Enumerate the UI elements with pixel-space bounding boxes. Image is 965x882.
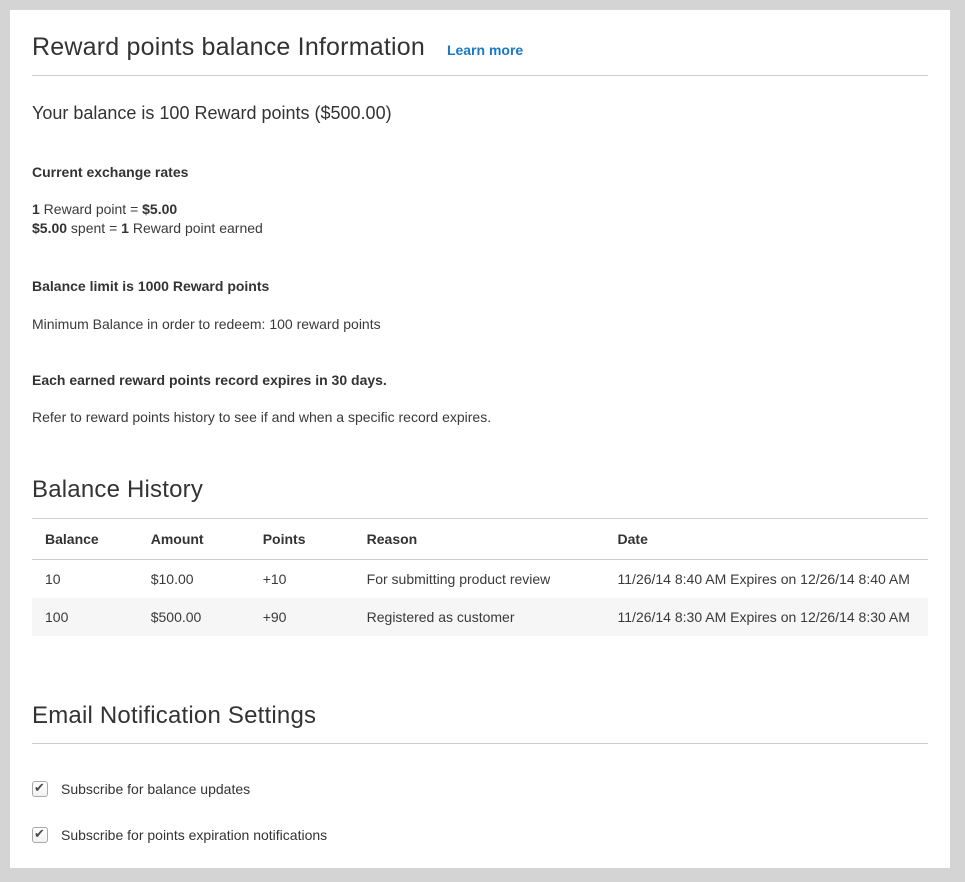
page-title: Reward points balance Information [32, 33, 425, 62]
balance-limit-heading: Balance limit is 1000 Reward points [32, 278, 928, 294]
balance-history-title: Balance History [32, 476, 928, 504]
cell-reason: Registered as customer [354, 598, 605, 636]
balance-updates-label[interactable]: Subscribe for balance updates [61, 781, 250, 797]
earn-rate-line: 1 Reward point = $5.00 [32, 200, 928, 219]
email-settings-divider [32, 743, 928, 744]
expiration-heading: Each earned reward points record expires… [32, 372, 928, 388]
cell-date: 11/26/14 8:40 AM Expires on 12/26/14 8:4… [605, 560, 928, 599]
exchange-rates-heading: Current exchange rates [32, 164, 928, 180]
title-divider [32, 75, 928, 76]
column-header-reason: Reason [354, 519, 605, 560]
learn-more-link[interactable]: Learn more [447, 42, 523, 58]
cell-amount: $500.00 [138, 598, 250, 636]
minimum-balance-line: Minimum Balance in order to redeem: 100 … [32, 316, 928, 332]
expiration-notifications-label[interactable]: Subscribe for points expiration notifica… [61, 827, 327, 843]
cell-balance: 10 [32, 560, 138, 599]
cell-balance: 100 [32, 598, 138, 636]
balance-summary: Your balance is 100 Reward points ($500.… [32, 103, 928, 124]
expiration-notifications-option: Subscribe for points expiration notifica… [32, 827, 928, 843]
page-title-row: Reward points balance Information Learn … [32, 33, 928, 62]
cell-amount: $10.00 [138, 560, 250, 599]
column-header-date: Date [605, 519, 928, 560]
exchange-rate-lines: 1 Reward point = $5.00 $5.00 spent = 1 R… [32, 200, 928, 238]
email-settings-title: Email Notification Settings [32, 702, 928, 730]
column-header-points: Points [250, 519, 354, 560]
cell-points: +90 [250, 598, 354, 636]
balance-updates-checkbox[interactable] [32, 781, 48, 797]
cell-date: 11/26/14 8:30 AM Expires on 12/26/14 8:3… [605, 598, 928, 636]
cell-reason: For submitting product review [354, 560, 605, 599]
column-header-amount: Amount [138, 519, 250, 560]
column-header-balance: Balance [32, 519, 138, 560]
table-row: 100 $500.00 +90 Registered as customer 1… [32, 598, 928, 636]
balance-history-table: Balance Amount Points Reason Date 10 $10… [32, 518, 928, 636]
expiration-note: Refer to reward points history to see if… [32, 409, 928, 425]
spend-rate-line: $5.00 spent = 1 Reward point earned [32, 219, 928, 238]
table-header-row: Balance Amount Points Reason Date [32, 519, 928, 560]
cell-points: +10 [250, 560, 354, 599]
reward-info-card: Reward points balance Information Learn … [10, 10, 950, 868]
balance-updates-option: Subscribe for balance updates [32, 781, 928, 797]
table-row: 10 $10.00 +10 For submitting product rev… [32, 560, 928, 599]
expiration-notifications-checkbox[interactable] [32, 827, 48, 843]
